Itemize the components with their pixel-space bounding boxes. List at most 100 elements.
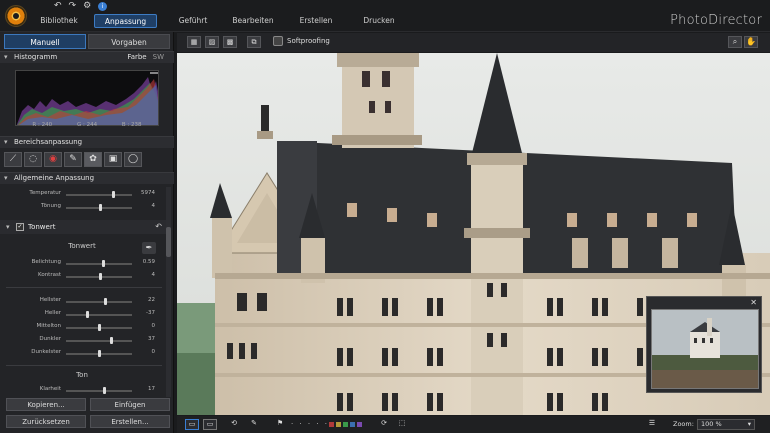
slider-knob[interactable] — [98, 350, 101, 357]
color-label-blue[interactable] — [350, 422, 355, 427]
tab-drucken[interactable]: Drucken — [349, 14, 409, 28]
slider-track[interactable] — [66, 260, 132, 267]
slider-track[interactable] — [66, 311, 132, 318]
allgemein-title: Allgemeine Anpassung — [14, 174, 95, 182]
settings-gear-icon[interactable]: ⚙ — [83, 2, 91, 11]
slider-track[interactable] — [66, 324, 132, 331]
color-label-red[interactable] — [329, 422, 334, 427]
slider-klarheit[interactable]: Klarheit 17 — [0, 385, 164, 395]
flag-icon[interactable]: ⚑ — [273, 419, 287, 430]
slider-value: -37 — [146, 310, 155, 316]
slider-knob[interactable] — [104, 298, 108, 305]
rating-dots[interactable]: · · · · · — [291, 419, 329, 430]
softproof-checkbox[interactable] — [273, 36, 283, 46]
slider-track[interactable] — [66, 298, 132, 305]
slider-knob[interactable] — [99, 204, 103, 211]
gradient-icon[interactable]: ◌ — [24, 152, 42, 167]
tab-anpassung[interactable]: Anpassung — [94, 14, 157, 28]
copy-button[interactable]: Kopieren... — [6, 398, 86, 411]
circle-icon[interactable]: ◯ — [124, 152, 142, 167]
slider-knob[interactable] — [85, 311, 89, 318]
brush-tool-icon[interactable]: ✎ — [247, 419, 261, 430]
slider-knob[interactable] — [112, 191, 116, 198]
slider-temperatur[interactable]: Temperatur 5974 — [0, 189, 164, 199]
red-eye-icon[interactable]: ◉ — [44, 152, 62, 167]
crop-icon[interactable]: ⟋ — [4, 152, 22, 167]
update-info-icon[interactable]: i — [98, 2, 108, 11]
crop-overlay-icon[interactable]: ⬚ — [395, 419, 409, 430]
slider-kontrast[interactable]: Kontrast 4 — [0, 271, 164, 281]
compare-view-icon[interactable]: ▦ — [187, 36, 201, 48]
slider-value: 0 — [151, 323, 156, 329]
slider-track[interactable] — [66, 387, 132, 394]
tab-manuell[interactable]: Manuell — [4, 34, 86, 49]
slider-label: Dunkler — [39, 336, 61, 342]
slider-track[interactable] — [66, 273, 132, 280]
slider-label: Mittelton — [36, 323, 61, 329]
redo-icon[interactable]: ↷ — [69, 2, 77, 11]
color-labels[interactable] — [329, 422, 362, 427]
rotate-icon[interactable]: ⟲ — [227, 419, 241, 430]
panel-scrollbar[interactable] — [166, 187, 171, 397]
histogram-header[interactable]: Histogramm Farbe SW — [0, 51, 174, 63]
compare-view-button[interactable]: ▭ — [203, 419, 217, 430]
zoom-select[interactable]: 100 % — [697, 419, 755, 430]
grid-view-icon[interactable]: ▩ — [223, 36, 237, 48]
slider-mittelton[interactable]: Mittelton 0 — [0, 322, 164, 332]
refresh-icon[interactable]: ⟳ — [377, 419, 391, 430]
slider-knob[interactable] — [101, 260, 105, 267]
brush-icon[interactable]: ✎ — [64, 152, 82, 167]
slider-track[interactable] — [66, 350, 132, 357]
slider-knob[interactable] — [103, 387, 107, 394]
color-label-green[interactable] — [343, 422, 348, 427]
tab-bearbeiten[interactable]: Bearbeiten — [223, 14, 283, 28]
slider-knob[interactable] — [98, 324, 101, 331]
bereich-header[interactable]: Bereichsanpassung — [0, 136, 174, 148]
softproof-toggle[interactable]: Softproofing — [273, 36, 330, 46]
slider-track[interactable] — [66, 191, 132, 198]
color-label-purple[interactable] — [357, 422, 362, 427]
quick-actions: ↶ ↷ ⚙ i — [54, 2, 108, 11]
hand-pan-icon[interactable]: ✋ — [744, 36, 758, 48]
undo-icon[interactable]: ↶ — [54, 2, 62, 11]
reset-button[interactable]: Zurücksetzen — [6, 415, 86, 428]
histogram-mode-bw[interactable]: SW — [153, 53, 164, 61]
zoom-magnifier-icon[interactable]: ⌕ — [728, 36, 742, 48]
paste-button[interactable]: Einfügen — [90, 398, 170, 411]
rotate-view-icon[interactable]: ⧉ — [247, 36, 261, 48]
reset-undo-icon[interactable]: ↶ — [155, 220, 162, 234]
slider-dunkler[interactable]: Dunkler 37 — [0, 335, 164, 345]
slider-label: Tönung — [41, 203, 61, 209]
tab-gefuehrt[interactable]: Geführt — [163, 14, 223, 28]
eyedropper-icon[interactable]: ✒ — [142, 242, 156, 254]
tonwert-header[interactable]: ✓ Tonwert ↶ — [0, 220, 170, 234]
color-label-yellow[interactable] — [336, 422, 341, 427]
filmstrip-menu-icon[interactable]: ☰ — [645, 419, 659, 430]
tab-vorgaben[interactable]: Vorgaben — [88, 34, 170, 49]
top-bar: ↶ ↷ ⚙ i Bibliothek Anpassung Geführt Bea… — [0, 0, 770, 32]
slider-knob[interactable] — [109, 337, 113, 344]
slider-belichtung[interactable]: Belichtung 0.59 — [0, 258, 164, 268]
slider-hellster[interactable]: Hellster 22 — [0, 296, 164, 306]
bereich-title: Bereichsanpassung — [14, 138, 83, 146]
close-icon[interactable]: ✕ — [750, 298, 757, 307]
navigator-thumbnail[interactable] — [651, 309, 759, 389]
single-view-icon[interactable]: ▨ — [205, 36, 219, 48]
slider-track[interactable] — [66, 204, 132, 211]
tab-erstellen[interactable]: Erstellen — [283, 14, 349, 28]
navigator-panel[interactable]: ✕ — [646, 296, 762, 393]
tonwert-checkbox[interactable]: ✓ — [16, 223, 24, 231]
single-view-button[interactable]: ▭ — [185, 419, 199, 430]
create-preset-button[interactable]: Erstellen... — [90, 415, 170, 428]
frame-icon[interactable]: ▣ — [104, 152, 122, 167]
slider-track[interactable] — [66, 337, 132, 344]
slider-tönung[interactable]: Tönung 4 — [0, 202, 164, 212]
slider-heller[interactable]: Heller -37 — [0, 309, 164, 319]
tab-bibliothek[interactable]: Bibliothek — [30, 14, 88, 28]
histogram-g-value: G : 244 — [76, 122, 98, 128]
spot-removal-icon[interactable]: ✿ — [84, 152, 102, 167]
allgemein-header[interactable]: Allgemeine Anpassung — [0, 172, 174, 184]
histogram-mode-color[interactable]: Farbe — [127, 53, 146, 61]
slider-dunkelster[interactable]: Dunkelster 0 — [0, 348, 164, 358]
slider-knob[interactable] — [99, 273, 103, 280]
